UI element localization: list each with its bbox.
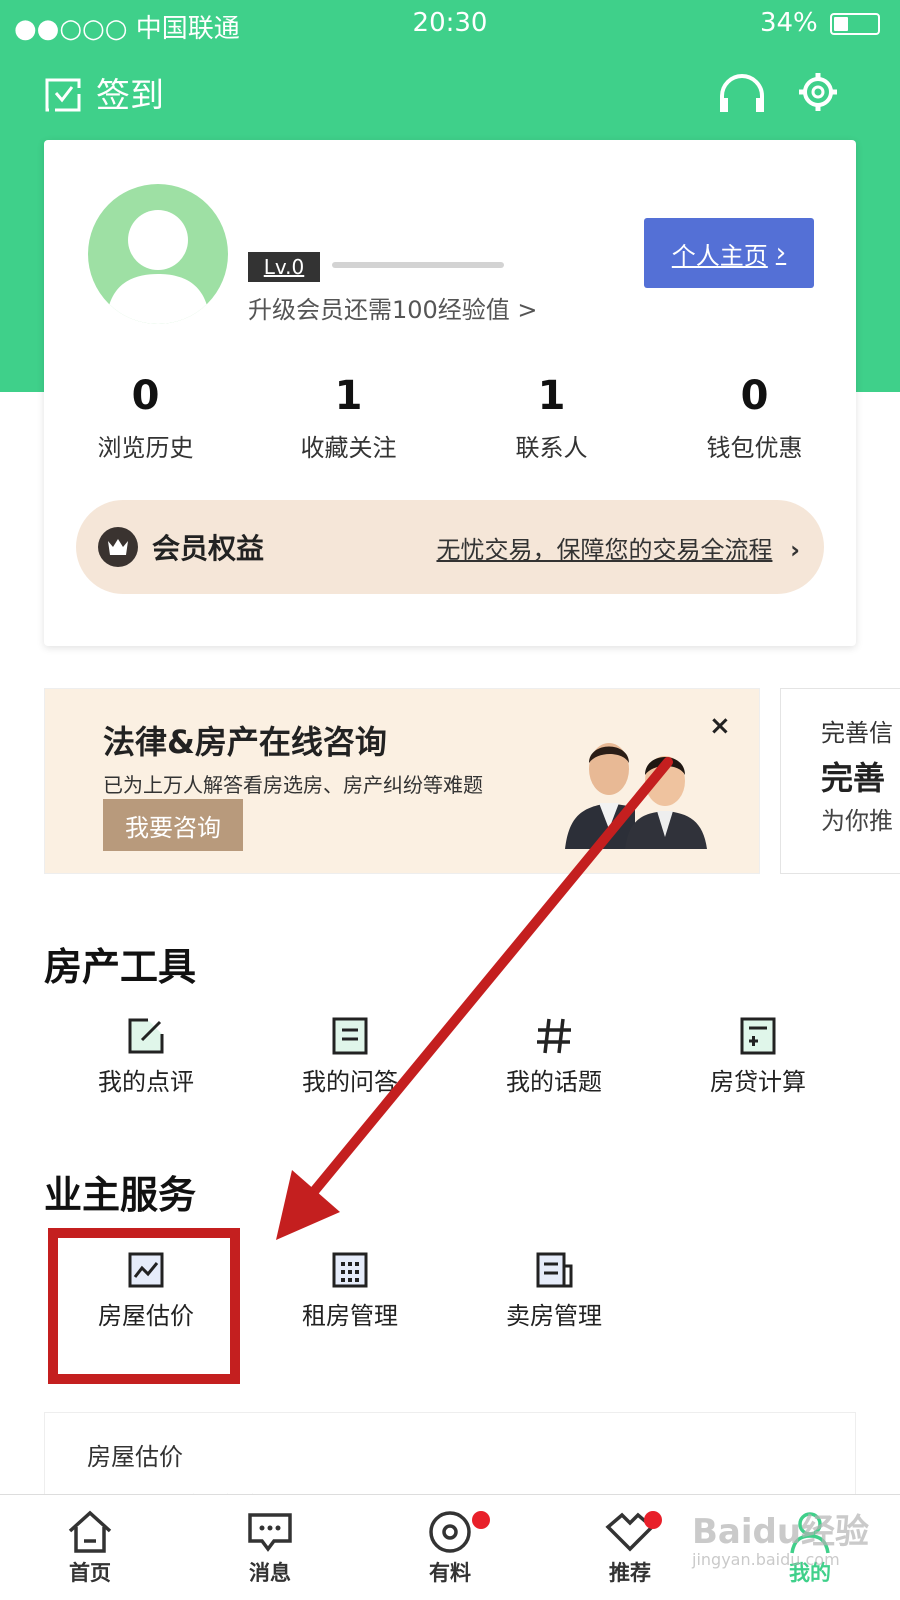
promo-title: 法律&房产在线咨询 bbox=[103, 723, 387, 761]
disc-icon bbox=[429, 1511, 471, 1553]
avatar[interactable] bbox=[88, 184, 228, 324]
valuation-label: 房屋估价 bbox=[87, 1443, 183, 1471]
tab-label: 首页 bbox=[69, 1561, 111, 1585]
chevron-right-icon: › bbox=[775, 238, 787, 268]
level-badge: Lv.0 bbox=[248, 252, 320, 282]
tool-label: 我的点评 bbox=[98, 1068, 194, 1096]
upgrade-tip[interactable]: 升级会员还需100经验值 > bbox=[248, 290, 538, 325]
watermark-url: jingyan.baidu.com bbox=[692, 1550, 840, 1569]
tab-label: 消息 bbox=[249, 1561, 291, 1585]
tool-my-qa[interactable]: 我的问答 bbox=[248, 1016, 452, 1097]
sale-icon bbox=[536, 1252, 573, 1288]
notification-badge bbox=[644, 1511, 662, 1529]
highlight-box bbox=[48, 1228, 240, 1384]
stat-value: 0 bbox=[740, 373, 769, 419]
stats-row: 0 浏览历史 1 收藏关注 1 联系人 0 钱包优惠 bbox=[44, 370, 856, 490]
member-benefits-banner[interactable]: 会员权益 无忧交易，保障您的交易全流程 › bbox=[76, 500, 824, 594]
notification-badge bbox=[472, 1511, 490, 1529]
stat-label: 浏览历史 bbox=[97, 434, 194, 462]
consult-button[interactable]: 我要咨询 bbox=[103, 799, 243, 851]
member-title: 会员权益 bbox=[152, 532, 265, 565]
service-rental-management[interactable]: 租房管理 bbox=[248, 1250, 452, 1331]
watermark: Baidu经验 bbox=[692, 1512, 870, 1552]
promo-subtitle: 已为上万人解答看房选房、房产纠纷等难题 bbox=[103, 773, 483, 797]
hash-icon bbox=[537, 1018, 571, 1054]
profile-card: Lv.0 升级会员还需100经验值 > 个人主页 › 0 浏览历史 1 收藏关注 1… bbox=[44, 140, 856, 646]
top-header: 签到 bbox=[0, 64, 900, 128]
member-desc: 无忧交易，保障您的交易全流程 bbox=[436, 535, 773, 564]
tool-label: 我的问答 bbox=[302, 1068, 398, 1096]
card-tag: 完善信 bbox=[821, 719, 893, 747]
consultant-photo bbox=[565, 743, 707, 849]
tool-label: 房贷计算 bbox=[710, 1068, 806, 1096]
stat-wallet[interactable]: 0 钱包优惠 bbox=[653, 370, 856, 490]
battery-percent: 34% bbox=[759, 8, 818, 38]
profile-complete-card[interactable]: 完善信 完善 为你推 bbox=[780, 688, 900, 874]
message-icon bbox=[248, 1513, 292, 1552]
tools-section-title: 房产工具 bbox=[44, 945, 197, 989]
chevron-right-icon: › bbox=[790, 535, 800, 564]
battery-icon bbox=[830, 12, 880, 35]
stat-contacts[interactable]: 1 联系人 bbox=[450, 370, 653, 490]
gear-icon[interactable] bbox=[796, 70, 840, 114]
calculator-icon bbox=[740, 1017, 776, 1055]
crown-icon bbox=[98, 527, 138, 567]
stat-value: 1 bbox=[334, 373, 363, 419]
calendar-check-icon bbox=[45, 78, 81, 111]
card-desc: 为你推 bbox=[821, 807, 893, 835]
stat-value: 0 bbox=[131, 373, 160, 419]
headset-icon[interactable] bbox=[716, 70, 768, 114]
tool-my-topics[interactable]: 我的话题 bbox=[452, 1016, 656, 1097]
qa-icon bbox=[332, 1017, 368, 1055]
tool-label: 我的话题 bbox=[506, 1068, 602, 1096]
signin-button[interactable]: 签到 bbox=[44, 68, 164, 117]
tab-label: 有料 bbox=[429, 1561, 471, 1585]
service-label: 租房管理 bbox=[302, 1302, 398, 1330]
status-bar: ●●○○○ 中国联通 20:30 34% bbox=[0, 6, 900, 44]
service-label: 卖房管理 bbox=[506, 1302, 602, 1330]
stat-label: 钱包优惠 bbox=[706, 434, 803, 462]
signin-label: 签到 bbox=[96, 76, 164, 116]
card-title: 完善 bbox=[821, 759, 886, 797]
owner-section-title: 业主服务 bbox=[44, 1173, 197, 1217]
stat-label: 联系人 bbox=[515, 434, 588, 462]
home-icon bbox=[68, 1510, 112, 1553]
tab-messages[interactable]: 消息 bbox=[180, 1495, 360, 1600]
building-icon bbox=[332, 1252, 368, 1288]
tab-home[interactable]: 首页 bbox=[0, 1495, 180, 1600]
stat-value: 1 bbox=[537, 373, 566, 419]
tool-my-reviews[interactable]: 我的点评 bbox=[44, 1016, 248, 1097]
service-sale-management[interactable]: 卖房管理 bbox=[452, 1250, 656, 1331]
battery-status: 34% bbox=[760, 8, 880, 38]
level-progress-bar bbox=[332, 262, 504, 268]
personal-homepage-button[interactable]: 个人主页 › bbox=[644, 218, 814, 288]
stat-label: 收藏关注 bbox=[300, 434, 397, 462]
edit-icon bbox=[128, 1018, 164, 1054]
consult-promo-card[interactable]: 法律&房产在线咨询 已为上万人解答看房选房、房产纠纷等难题 我要咨询 × bbox=[44, 688, 760, 874]
stat-favorites[interactable]: 1 收藏关注 bbox=[247, 370, 450, 490]
member-desc-link[interactable]: 无忧交易，保障您的交易全流程 › bbox=[436, 530, 800, 565]
homepage-label: 个人主页 bbox=[671, 241, 768, 270]
tools-grid: 我的点评 我的问答 我的话题 房贷计算 bbox=[44, 1016, 860, 1097]
stat-history[interactable]: 0 浏览历史 bbox=[44, 370, 247, 490]
tool-mortgage-calc[interactable]: 房贷计算 bbox=[656, 1016, 860, 1097]
tab-content[interactable]: 有料 bbox=[360, 1495, 540, 1600]
